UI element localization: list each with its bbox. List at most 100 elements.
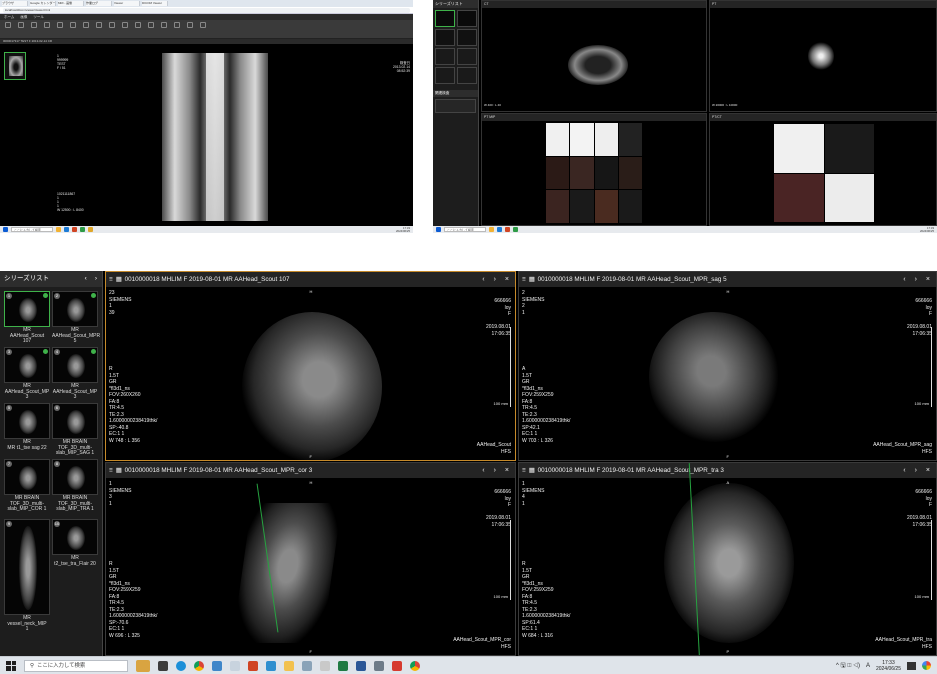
cr-thumbnail[interactable] (4, 52, 26, 80)
viewport[interactable]: ≡ ▦ 0010000018 MHLIM F 2019-08-01 MR AAHea… (518, 271, 937, 461)
browser-tab[interactable]: Google カレンダー (30, 1, 56, 6)
series-thumbnail[interactable] (435, 67, 455, 84)
edge-icon[interactable] (176, 660, 186, 671)
ribbon-button[interactable] (16, 22, 26, 29)
menu-item[interactable]: ツール (33, 15, 44, 20)
series-thumbnail[interactable]: 6 MR BRAIN TOF_3D_multi- slab_MIP_SAG 1 (52, 403, 98, 467)
viewport-menu-icon[interactable]: ≡ (109, 272, 113, 287)
series-thumbnail[interactable]: 4 MR AAHead_Scout_MP 3 (52, 347, 98, 411)
browser-tab[interactable]: DICOM Viewer (142, 1, 168, 6)
ribbon-button[interactable] (159, 22, 169, 29)
ribbon-button[interactable] (146, 22, 156, 29)
ribbon-button[interactable] (81, 22, 91, 29)
layout-icon[interactable]: ▦ (529, 272, 535, 287)
browser-tab[interactable]: Viewer (114, 1, 140, 6)
series-thumbnail[interactable] (457, 67, 477, 84)
related-study-item[interactable] (435, 99, 476, 113)
prev-image-button[interactable]: ‹ (903, 272, 905, 287)
app-icon[interactable] (230, 660, 240, 671)
viewport-menu-icon[interactable]: ≡ (522, 272, 526, 287)
menu-item[interactable]: ホーム (4, 15, 14, 20)
close-viewport-button[interactable]: × (505, 463, 509, 478)
prev-image-button[interactable]: ‹ (903, 463, 905, 478)
word-icon[interactable] (356, 660, 366, 671)
app-icon[interactable] (64, 227, 69, 232)
ribbon-button[interactable] (3, 22, 13, 29)
url-input[interactable]: localhost/dicomviewer/viewer.html (3, 7, 410, 13)
series-thumbnail[interactable]: 3 MR AAHead_Scout_MP 3 (4, 347, 50, 411)
start-icon[interactable] (436, 227, 441, 232)
viewport[interactable]: ≡ ▦ 0010000018 MHLIM F 2019-08-01 MR AAHea… (105, 271, 516, 461)
viewport-menu-icon[interactable]: ≡ (522, 463, 526, 478)
close-viewport-button[interactable]: × (926, 463, 930, 478)
series-thumbnail[interactable]: 9 MR vessel_neck_MIP 1 (4, 519, 50, 632)
mail-icon[interactable] (212, 660, 222, 671)
app-icon[interactable] (922, 661, 931, 670)
layout-icon[interactable]: ▦ (116, 463, 122, 478)
app-icon[interactable] (302, 660, 312, 671)
series-thumbnail[interactable]: 7 MR BRAIN TOF_3D_multi- slab_MIP_COR 1 (4, 459, 50, 523)
taskbar-search[interactable]: ⚲ ここに入力して検索 (24, 659, 128, 672)
viewport-ct[interactable]: CT W 400 : L 40 (481, 0, 707, 112)
app-icon[interactable] (56, 227, 61, 232)
series-thumbnail[interactable]: 8 MR BRAIN TOF_3D_multi- slab_MIP_TRA 1 (52, 459, 98, 523)
app-icon[interactable] (513, 227, 518, 232)
task-view-icon[interactable] (158, 660, 168, 671)
viewport-pt[interactable]: PT W 20000 : L 10000 (709, 0, 937, 112)
viewport-pt-mip[interactable]: PT MIP (481, 113, 707, 226)
ribbon-button[interactable] (107, 22, 117, 29)
prev-image-button[interactable]: ‹ (482, 463, 484, 478)
ribbon-button[interactable] (133, 22, 143, 29)
viewport[interactable]: ≡ ▦ 0010000018 MHLIM F 2019-08-01 MR AAHea… (518, 462, 937, 656)
ribbon-button[interactable] (68, 22, 78, 29)
chest-xray-image[interactable] (162, 53, 268, 221)
ribbon-button[interactable] (94, 22, 104, 29)
series-thumbnail[interactable]: 1 MR AAHead_Scout 107 (4, 291, 50, 355)
app-icon[interactable] (489, 227, 494, 232)
ribbon-button[interactable] (55, 22, 65, 29)
chrome-icon[interactable] (410, 660, 420, 671)
taskbar-clock[interactable]: 17:33 2024/06/25 (876, 660, 901, 672)
ribbon-button[interactable] (172, 22, 182, 29)
ribbon-button[interactable] (185, 22, 195, 29)
start-icon[interactable] (6, 660, 16, 671)
ribbon-button[interactable] (120, 22, 130, 29)
series-thumbnail[interactable] (435, 10, 455, 27)
acrobat-icon[interactable] (392, 660, 402, 671)
excel-icon[interactable] (338, 660, 348, 671)
next-image-button[interactable]: › (494, 272, 496, 287)
series-thumbnail[interactable] (457, 29, 477, 46)
series-thumbnail[interactable] (457, 10, 477, 27)
ribbon-button[interactable] (42, 22, 52, 29)
app-icon[interactable] (72, 227, 77, 232)
next-page-button[interactable]: › (95, 271, 97, 287)
series-thumbnail[interactable]: 2 MR AAHead_Scout_MPR 5 (52, 291, 100, 355)
browser-tab[interactable]: MRI - 画像 (58, 1, 84, 6)
app-icon[interactable] (266, 660, 276, 671)
series-thumbnail[interactable] (457, 48, 477, 65)
powerpoint-icon[interactable] (248, 660, 258, 671)
widget-icon[interactable] (136, 659, 150, 672)
chrome-icon[interactable] (194, 660, 204, 671)
app-icon[interactable] (374, 660, 384, 671)
viewport[interactable]: ≡ ▦ 0010000018 MHLIM F 2019-08-01 MR AAHea… (105, 462, 516, 656)
ribbon-button[interactable] (29, 22, 39, 29)
app-icon[interactable] (320, 660, 330, 671)
viewport-menu-icon[interactable]: ≡ (109, 463, 113, 478)
app-icon[interactable] (497, 227, 502, 232)
close-viewport-button[interactable]: × (926, 272, 930, 287)
next-image-button[interactable]: › (915, 272, 917, 287)
ribbon-button[interactable] (198, 22, 208, 29)
app-icon[interactable] (505, 227, 510, 232)
ime-indicator[interactable]: A (866, 663, 870, 669)
next-image-button[interactable]: › (494, 463, 496, 478)
layout-icon[interactable]: ▦ (529, 463, 535, 478)
browser-tab[interactable]: ブラウザ (2, 1, 28, 6)
app-icon[interactable] (80, 227, 85, 232)
series-thumbnail[interactable]: 5 MR MR t1_tse sag 22 (4, 403, 50, 467)
folder-icon[interactable] (284, 660, 294, 671)
app-icon[interactable] (88, 227, 93, 232)
layout-icon[interactable]: ▦ (116, 272, 122, 287)
viewport-fusion[interactable]: PT/CT (709, 113, 937, 226)
series-thumbnail[interactable]: 10 MR t2_tse_tra_Flair 20 (52, 519, 98, 583)
